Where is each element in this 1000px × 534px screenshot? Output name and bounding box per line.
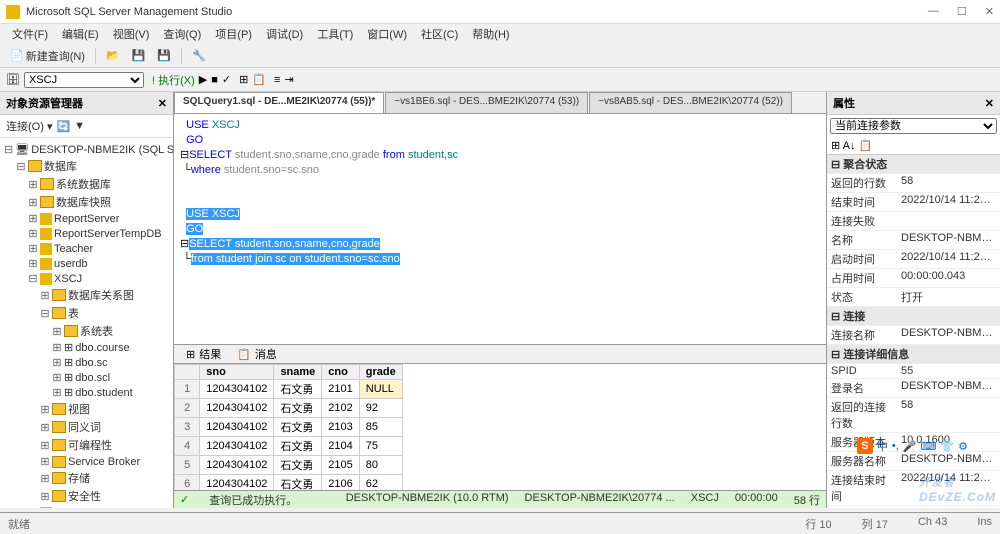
messages-tab[interactable]: 📋消息 — [229, 344, 285, 364]
table-row[interactable]: 11204304102石文勇2101NULL — [175, 380, 403, 399]
table-row[interactable]: 61204304102石文勇210662 — [175, 475, 403, 491]
status-server: DESKTOP-NBME2IK (10.0 RTM) — [346, 492, 509, 508]
filter-icon[interactable]: ▼ — [74, 120, 85, 132]
table-row[interactable]: 21204304102石文勇210292 — [175, 399, 403, 418]
properties-combo[interactable]: 当前连接参数 — [830, 118, 997, 134]
results-text-icon[interactable]: 📋 — [252, 73, 266, 86]
titlebar: Microsoft SQL Server Management Studio —… — [0, 0, 1000, 24]
watermark: 开发者 DEvZE.CoM — [919, 474, 996, 504]
status-line: 行 10 — [805, 516, 831, 532]
main-toolbar: 📄 新建查询(N) 📂 💾 💾 🔧 — [0, 44, 1000, 68]
menubar: 文件(F) 编辑(E) 视图(V) 查询(Q) 项目(P) 调试(D) 工具(T… — [0, 24, 1000, 44]
menu-community[interactable]: 社区(C) — [415, 24, 464, 44]
menu-help[interactable]: 帮助(H) — [466, 24, 515, 44]
window-title: Microsoft SQL Server Management Studio — [26, 6, 928, 18]
close-button[interactable]: ✕ — [985, 5, 994, 18]
debug-button[interactable]: ▶ — [199, 73, 207, 86]
ime-skin-icon[interactable]: 👕 — [940, 440, 954, 453]
minimize-button[interactable]: — — [928, 5, 939, 18]
app-icon — [6, 5, 20, 19]
saveall-icon[interactable]: 💾 — [153, 47, 175, 64]
status-rows: 58 行 — [794, 492, 820, 508]
status-ch: Ch 43 — [918, 516, 947, 532]
new-query-button[interactable]: 📄 新建查询(N) — [6, 46, 89, 66]
ime-mic-icon[interactable]: 🎤 — [903, 440, 917, 453]
query-toolbar: 🗄 XSCJ ! 执行(X) ▶ ■ ✓ ⊞ 📋 ≡ ⇥ — [0, 68, 1000, 92]
status-user: DESKTOP-NBME2IK\20774 ... — [525, 492, 675, 508]
table-row[interactable]: 31204304102石文勇210385 — [175, 418, 403, 437]
ime-keyboard-icon[interactable]: ⌨ — [921, 440, 937, 453]
table-row[interactable]: 41204304102石文勇210475 — [175, 437, 403, 456]
object-explorer: 对象资源管理器 ✕ 连接(O) ▾ 🔄 ▼ ⊟🖥DESKTOP-NBME2IK … — [0, 92, 174, 508]
results-tab[interactable]: ⊞结果 — [178, 344, 229, 364]
table-icon: ⊞ — [64, 371, 73, 384]
table-icon: ⊞ — [64, 386, 73, 399]
menu-tools[interactable]: 工具(T) — [311, 24, 359, 44]
panel-close-icon[interactable]: ✕ — [158, 97, 167, 110]
window-controls: — ☐ ✕ — [928, 5, 994, 18]
props-icon[interactable]: 📋 — [859, 140, 873, 152]
open-icon[interactable]: 📂 — [102, 47, 124, 64]
grid-icon: ⊞ — [186, 348, 195, 361]
status-db: XSCJ — [691, 492, 719, 508]
result-tabs: ⊞结果 📋消息 — [174, 344, 826, 364]
ime-punct-icon[interactable]: •, — [892, 440, 899, 452]
server-icon: 🖥 — [15, 143, 29, 156]
properties-grid[interactable]: ⊟ 聚合状态 返回的行数58 结束时间2022/10/14 11:29:21 连… — [827, 155, 1000, 508]
alphabetical-icon[interactable]: A↓ — [843, 140, 856, 152]
ime-toolbar: S 中 •, 🎤 ⌨ 👕 ⚙ — [857, 438, 968, 454]
ime-sogou-icon[interactable]: S — [857, 438, 873, 454]
panel-close-icon[interactable]: ✕ — [985, 97, 994, 110]
statusbar: 就绪 行 10 列 17 Ch 43 Ins — [0, 512, 1000, 534]
message-icon: 📋 — [237, 348, 251, 361]
ime-cn-icon[interactable]: 中 — [877, 438, 888, 454]
properties-header: 属性 ✕ — [827, 92, 1000, 115]
refresh-icon[interactable]: 🔄 — [56, 120, 70, 133]
status-ready: 就绪 — [8, 516, 30, 532]
status-message: 查询已成功执行。 — [209, 492, 297, 508]
execute-button[interactable]: ! 执行(X) — [152, 72, 195, 88]
menu-edit[interactable]: 编辑(E) — [56, 24, 105, 44]
object-explorer-toolbar: 连接(O) ▾ 🔄 ▼ — [0, 115, 173, 138]
db-icon: 🗄 — [6, 73, 20, 86]
sql-editor[interactable]: USE XSCJ GO ⊟SELECT student.sno,sname,cn… — [174, 114, 826, 344]
stop-button[interactable]: ■ — [211, 74, 218, 86]
query-statusbar: ✓ 查询已成功执行。 DESKTOP-NBME2IK (10.0 RTM) DE… — [174, 490, 826, 508]
table-row[interactable]: 51204304102石文勇210580 — [175, 456, 403, 475]
result-grid[interactable]: snosnamecnograde 11204304102石文勇2101NULL2… — [174, 364, 826, 490]
menu-debug[interactable]: 调试(D) — [260, 24, 309, 44]
tab-active[interactable]: SQLQuery1.sql - DE...ME2IK\20774 (55))* — [174, 92, 384, 113]
table-icon: ⊞ — [64, 356, 73, 369]
object-tree[interactable]: ⊟🖥DESKTOP-NBME2IK (SQL Server 10.0.160 ⊟… — [0, 138, 173, 508]
menu-project[interactable]: 项目(P) — [209, 24, 258, 44]
status-col: 列 17 — [862, 516, 888, 532]
status-ok-icon: ✓ — [180, 493, 189, 506]
editor-tabs: SQLQuery1.sql - DE...ME2IK\20774 (55))* … — [174, 92, 826, 114]
menu-file[interactable]: 文件(F) — [6, 24, 54, 44]
categorized-icon[interactable]: ⊞ — [831, 140, 840, 152]
tab-2[interactable]: ~vs1BE6.sql - DES...BME2IK\20774 (53)) — [385, 92, 588, 113]
results-grid-icon[interactable]: ⊞ — [239, 73, 248, 86]
save-icon[interactable]: 💾 — [128, 47, 150, 64]
comment-icon[interactable]: ≡ — [274, 74, 280, 86]
status-ins: Ins — [977, 516, 992, 532]
toolbox-icon[interactable]: 🔧 — [188, 47, 210, 64]
table-icon: ⊞ — [64, 341, 73, 354]
database-combo[interactable]: XSCJ — [24, 72, 144, 88]
menu-view[interactable]: 视图(V) — [107, 24, 156, 44]
object-explorer-header: 对象资源管理器 ✕ — [0, 92, 173, 115]
indent-icon[interactable]: ⇥ — [284, 73, 293, 86]
parse-button[interactable]: ✓ — [222, 73, 231, 86]
menu-window[interactable]: 窗口(W) — [361, 24, 413, 44]
status-time: 00:00:00 — [735, 492, 778, 508]
tab-3[interactable]: ~vs8AB5.sql - DES...BME2IK\20774 (52)) — [589, 92, 792, 113]
ime-settings-icon[interactable]: ⚙ — [958, 440, 968, 453]
menu-query[interactable]: 查询(Q) — [157, 24, 207, 44]
maximize-button[interactable]: ☐ — [957, 5, 967, 18]
connect-dropdown[interactable]: 连接(O) ▾ — [6, 118, 52, 134]
editor-area: SQLQuery1.sql - DE...ME2IK\20774 (55))* … — [174, 92, 826, 508]
